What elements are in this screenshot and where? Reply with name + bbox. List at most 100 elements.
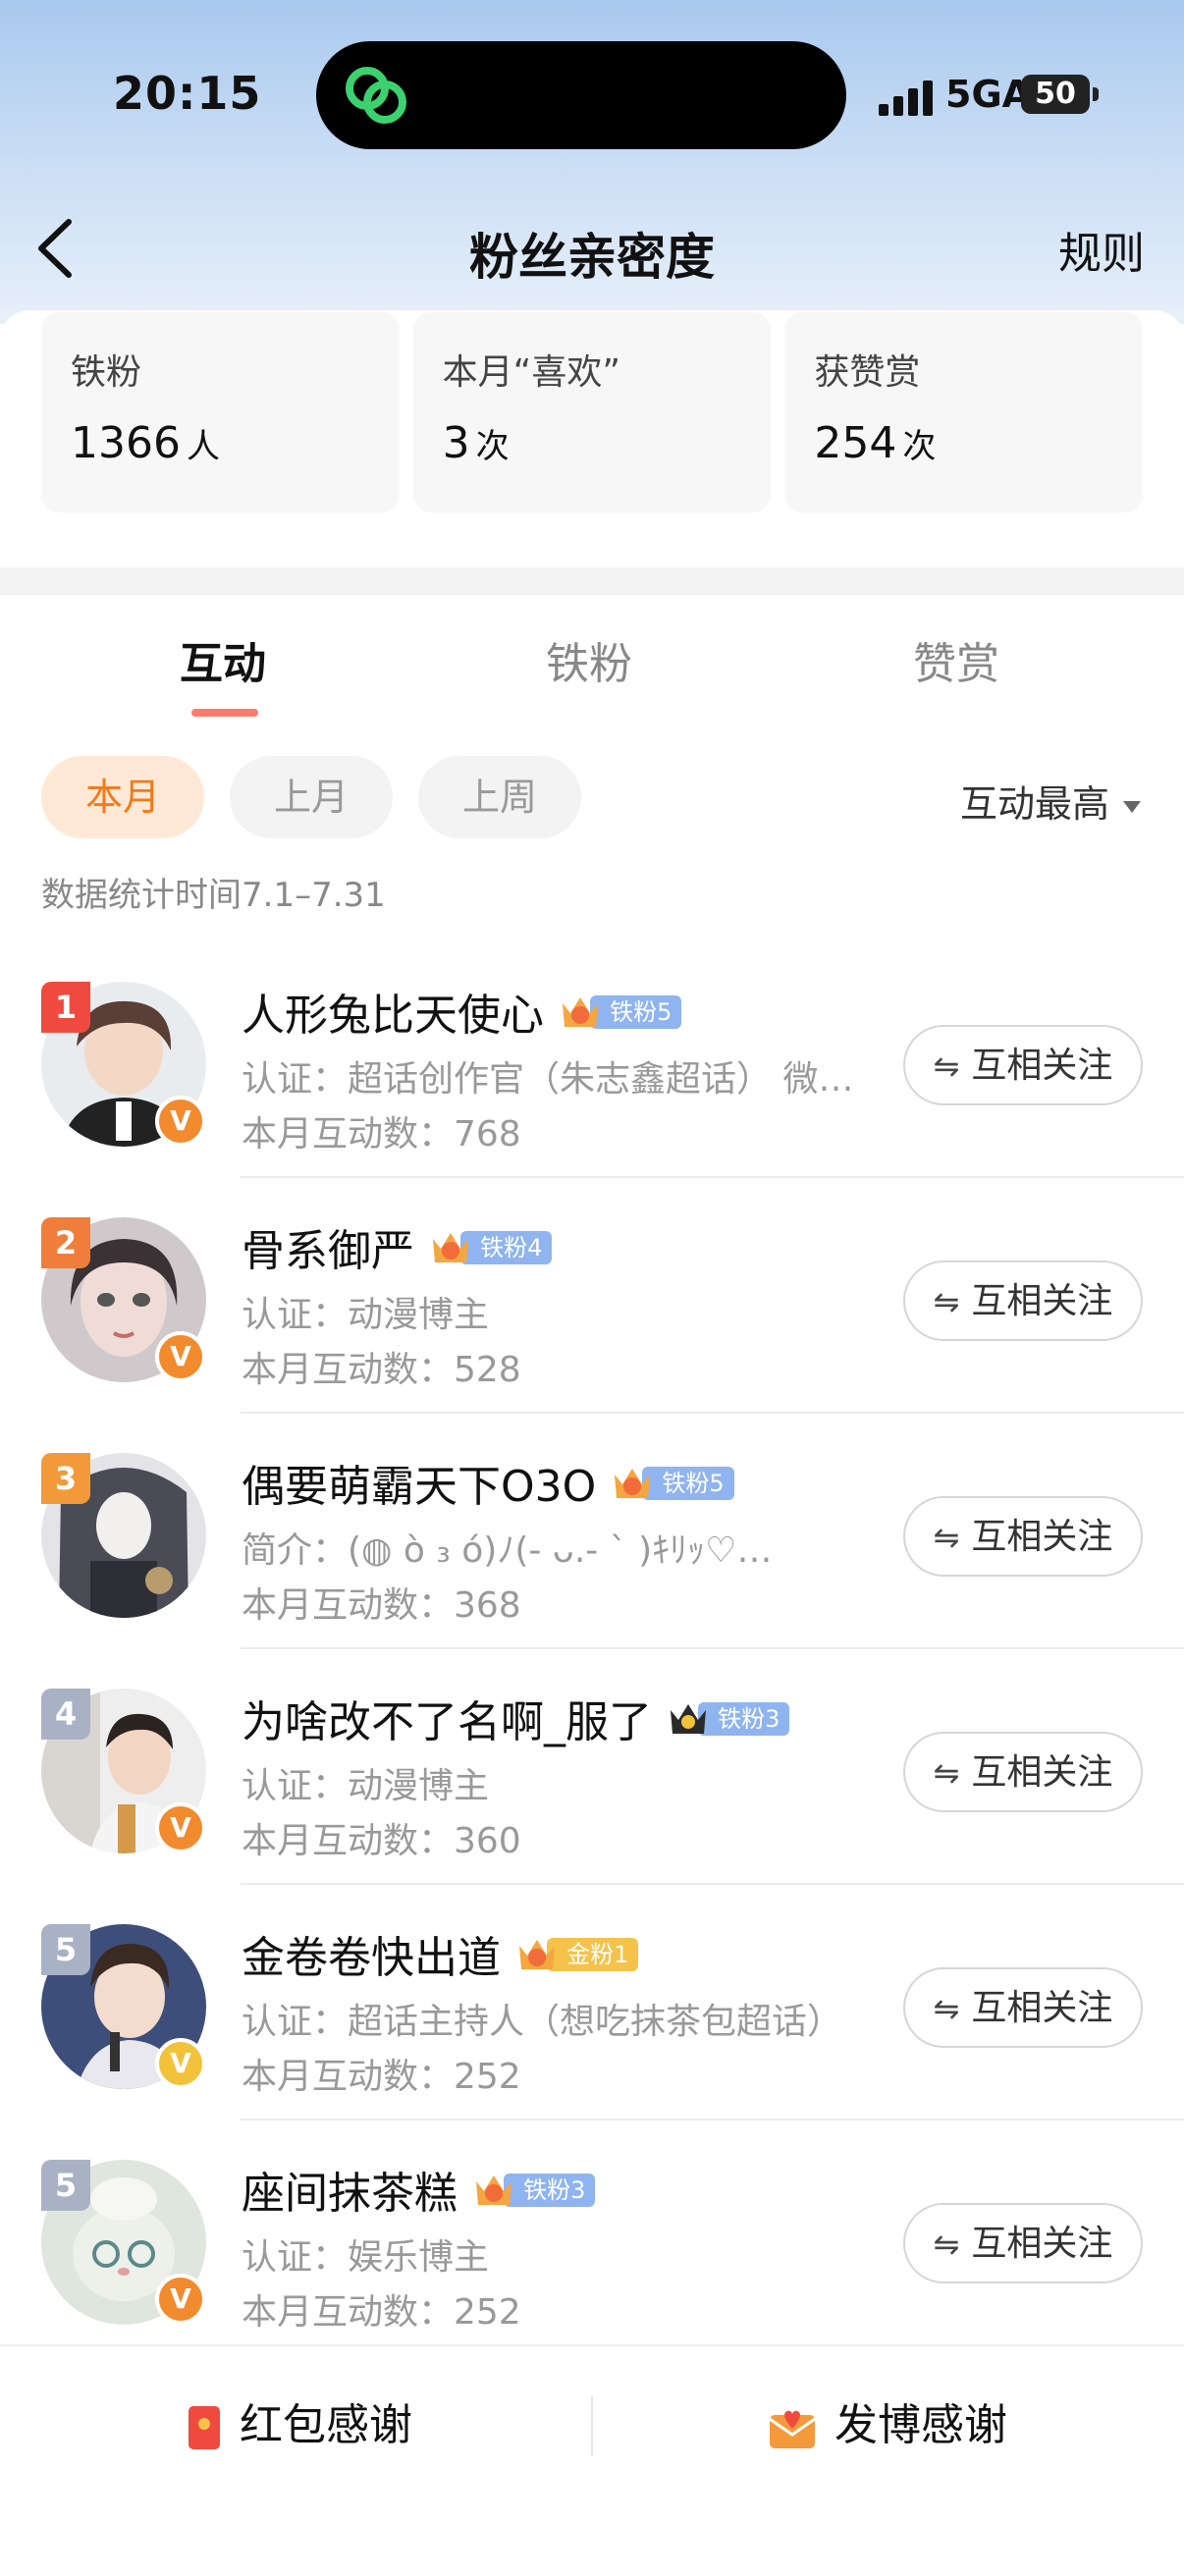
stat-number: 254 [814, 418, 897, 468]
interaction-count: 本月互动数：252 [242, 2292, 521, 2333]
fan-level-label: 铁粉3 [504, 2174, 596, 2207]
mutual-follow-button[interactable]: ⇋ 互相关注 [903, 1732, 1143, 1812]
dynamic-island [316, 41, 846, 149]
avatar-wrap: 3 [41, 1453, 206, 1618]
stat-value: 3次 [443, 418, 510, 468]
interaction-count: 本月互动数：368 [242, 1585, 521, 1626]
fan-level-label: 铁粉3 [698, 1702, 790, 1736]
avatar-wrap: 1 V [41, 982, 206, 1147]
name-line: 为啥改不了名啊_服了 铁粉3 [242, 1687, 790, 1747]
stat-number: 3 [442, 418, 470, 468]
red-packet-thanks-label: 红包感谢 [240, 2400, 412, 2450]
list-item[interactable]: 3 偶要萌霸天下O3O 铁粉5 简介：(◍ ò ₃ ó)ﾉ(- ᴗ.- ` )ｷ… [0, 1414, 1184, 1649]
fan-level-badge: 铁粉5 [559, 992, 682, 1031]
fan-name[interactable]: 偶要萌霸天下O3O [242, 1462, 596, 1512]
list-item[interactable]: 1 V 人形兔比天使心 铁粉5 认证：超话创作官（朱志鑫超话） 微… 本月互动数… [0, 942, 1184, 1178]
fan-name[interactable]: 人形兔比天使心 [242, 991, 544, 1041]
post-thanks-button[interactable]: 发博感谢 [768, 2389, 1007, 2452]
mutual-follow-button[interactable]: ⇋ 互相关注 [903, 2203, 1143, 2283]
interaction-count: 本月互动数：360 [242, 1821, 521, 1861]
stat-card-iron-fans[interactable]: 铁粉 1366 人 [41, 312, 400, 512]
stat-number: 1366 [71, 418, 181, 468]
fan-name[interactable]: 骨系御严 [242, 1226, 414, 1276]
mutual-follow-button[interactable]: ⇋ 互相关注 [903, 1496, 1143, 1577]
fan-level-label: 铁粉5 [642, 1467, 734, 1500]
fan-description: 认证：娱乐博主 [242, 2237, 490, 2278]
fan-level-badge: 铁粉3 [472, 2170, 596, 2209]
avatar-wrap: 5 V [41, 2160, 206, 2325]
fan-description: 认证：动漫博主 [242, 1766, 490, 1806]
fan-name[interactable]: 为啥改不了名啊_服了 [242, 1697, 652, 1747]
red-packet-icon [188, 2406, 220, 2449]
verified-icon: V [155, 1802, 206, 1853]
name-line: 金卷卷快出道 金粉1 [242, 1922, 639, 1983]
list-item[interactable]: 2 V 骨系御严 铁粉4 认证：动漫博主 本月互动数：528 ⇋ 互相关注 [0, 1178, 1184, 1414]
nav-bar: 粉丝亲密度 规则 [0, 196, 1184, 304]
rules-link[interactable]: 规则 [1058, 218, 1145, 281]
section-divider [0, 567, 1184, 595]
follow-label: 互相关注 [971, 1046, 1113, 1086]
interaction-count: 本月互动数：768 [242, 1114, 521, 1154]
mutual-follow-button[interactable]: ⇋ 互相关注 [903, 1967, 1143, 2048]
network-type: 5GA [945, 73, 1032, 116]
stats-row: 铁粉 1366 人 本月“喜欢” 3次 获赞赏 254 次 [41, 312, 1144, 512]
fan-level-label: 铁粉5 [590, 995, 682, 1029]
list-item[interactable]: 5 V 座间抹茶糕 铁粉3 认证：娱乐博主 本月互动数：252 ⇋ 互相关注 [0, 2120, 1184, 2356]
avatar-wrap: 5 V [41, 1924, 206, 2089]
chip-last-week[interactable]: 上周 [418, 756, 581, 838]
tab-interaction[interactable]: 互动 [180, 628, 266, 691]
bottom-divider [591, 2395, 593, 2456]
name-line: 人形兔比天使心 铁粉5 [242, 980, 682, 1041]
post-thanks-label: 发博感谢 [834, 2400, 1007, 2450]
rank-badge: 4 [41, 1689, 90, 1740]
status-time: 20:15 [113, 67, 262, 120]
fan-level-badge: 铁粉5 [611, 1463, 734, 1502]
stat-period-text: 数据统计时间7.1–7.31 [41, 876, 386, 915]
tab-iron-fans[interactable]: 铁粉 [546, 628, 632, 691]
crown-icon [476, 2175, 512, 2205]
follow-label: 互相关注 [971, 2224, 1113, 2264]
mutual-follow-button[interactable]: ⇋ 互相关注 [903, 1261, 1143, 1341]
crown-icon [433, 1233, 469, 1262]
fan-name[interactable]: 金卷卷快出道 [242, 1933, 501, 1983]
mutual-follow-button[interactable]: ⇋ 互相关注 [903, 1025, 1143, 1105]
rank-badge: 2 [41, 1217, 90, 1268]
stat-label: 本月“喜欢” [442, 352, 620, 393]
stat-card-rewards[interactable]: 获赞赏 254 次 [784, 312, 1144, 512]
interaction-count: 本月互动数：528 [242, 1350, 521, 1390]
battery-cap [1093, 87, 1099, 101]
swap-icon: ⇋ [933, 1990, 960, 2027]
fan-level-badge: 铁粉4 [429, 1227, 553, 1266]
swap-icon: ⇋ [933, 1047, 960, 1085]
avatar-wrap: 4 V [41, 1689, 206, 1853]
tab-bar: 互动 铁粉 赞赏 [0, 628, 1184, 717]
chip-this-month[interactable]: 本月 [41, 756, 204, 838]
swap-icon: ⇋ [933, 1754, 960, 1792]
name-line: 骨系御严 铁粉4 [242, 1215, 553, 1276]
bottom-action-bar: 红包感谢 发博感谢 [0, 2344, 1184, 2576]
chip-last-month[interactable]: 上月 [230, 756, 393, 838]
stat-unit: 次 [475, 427, 510, 466]
fan-description: 认证：超话创作官（朱志鑫超话） 微… [242, 1059, 854, 1100]
list-item[interactable]: 5 V 金卷卷快出道 金粉1 认证：超话主持人（想吃抹茶包超话） 本月互动数：2… [0, 1885, 1184, 2120]
tab-rewards[interactable]: 赞赏 [913, 628, 999, 691]
crown-icon [671, 1704, 707, 1734]
fan-level-badge: 金粉1 [515, 1934, 639, 1973]
stat-label: 获赞赏 [814, 352, 921, 393]
link-icon [346, 67, 406, 124]
sort-dropdown[interactable]: 互动最高 [960, 774, 1141, 828]
red-packet-thanks-button[interactable]: 红包感谢 [187, 2389, 412, 2452]
fan-description: 认证：超话主持人（想吃抹茶包超话） [242, 2002, 843, 2042]
swap-icon: ⇋ [933, 1519, 960, 1556]
list-item[interactable]: 4 V 为啥改不了名啊_服了 铁粉3 认证：动漫博主 本月互动数：360 ⇋ 互相… [0, 1649, 1184, 1885]
fan-name[interactable]: 座间抹茶糕 [242, 2169, 457, 2219]
avatar-wrap: 2 V [41, 1217, 206, 1382]
signal-icon [879, 80, 933, 116]
stat-value: 254 次 [814, 418, 936, 468]
battery-icon: 50 [1021, 75, 1090, 114]
rank-badge: 3 [41, 1453, 90, 1504]
verified-icon: V [155, 2038, 206, 2089]
crown-icon [563, 997, 599, 1027]
fan-level-label: 金粉1 [547, 1938, 639, 1971]
stat-card-likes[interactable]: 本月“喜欢” 3次 [412, 312, 772, 512]
